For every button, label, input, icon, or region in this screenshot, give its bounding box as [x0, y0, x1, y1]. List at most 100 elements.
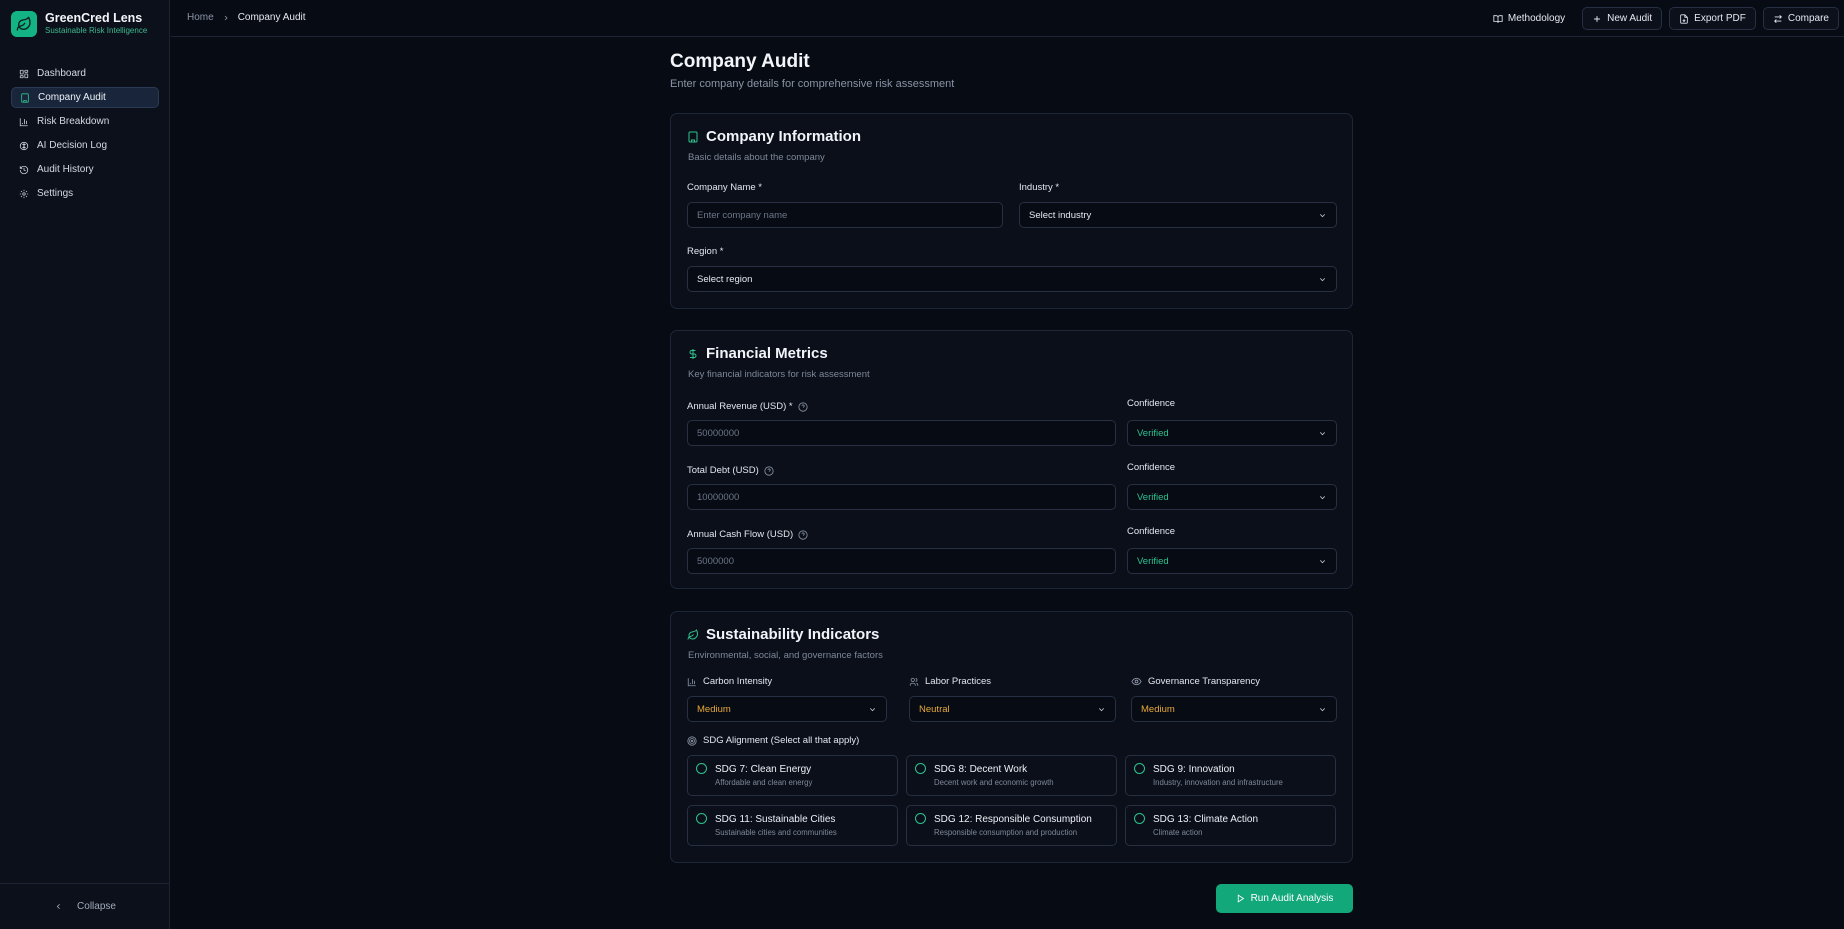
chevron-right-icon	[222, 14, 230, 22]
confidence-label: Confidence	[1127, 398, 1176, 409]
leaf-icon	[11, 11, 37, 37]
radio-circle-icon	[915, 813, 926, 824]
company-name-label: Company Name *	[687, 182, 762, 193]
building-icon	[687, 131, 699, 143]
labor-practices-value: Neutral	[919, 703, 950, 715]
company-information-card: Company Information Basic details about …	[670, 113, 1353, 309]
industry-value: Select industry	[1029, 209, 1092, 221]
play-icon	[1236, 894, 1245, 903]
sdg-option-11[interactable]: SDG 11: Sustainable Cities Sustainable c…	[687, 805, 898, 846]
annual-revenue-input[interactable]	[697, 427, 1106, 439]
annual-cash-flow-label: Annual Cash Flow (USD)	[687, 529, 808, 540]
brand-name: GreenCred Lens	[45, 11, 143, 25]
radio-circle-icon	[915, 763, 926, 774]
confidence-value: Verified	[1137, 491, 1169, 503]
brain-icon	[19, 141, 29, 151]
new-audit-button[interactable]: New Audit	[1582, 7, 1663, 30]
sidebar-item-ai-decision-log[interactable]: AI Decision Log	[11, 135, 159, 156]
chevron-down-icon	[1318, 705, 1327, 714]
compare-label: Compare	[1787, 13, 1829, 24]
annual-cash-flow-field[interactable]	[687, 548, 1116, 574]
sidebar-item-settings[interactable]: Settings	[11, 183, 159, 204]
carbon-intensity-value: Medium	[697, 703, 731, 715]
sdg-title: SDG 11: Sustainable Cities	[715, 814, 836, 825]
sidebar-item-label: Dashboard	[37, 68, 86, 79]
export-pdf-button[interactable]: Export PDF	[1669, 7, 1756, 30]
carbon-intensity-label: Carbon Intensity	[687, 676, 772, 687]
users-icon	[909, 677, 919, 687]
sustainability-indicators-title: Sustainability Indicators	[706, 626, 880, 643]
radio-circle-icon	[1134, 763, 1145, 774]
annual-revenue-label-text: Annual Revenue (USD) *	[687, 401, 793, 412]
revenue-confidence-select[interactable]: Verified	[1127, 420, 1337, 446]
sdg-option-8[interactable]: SDG 8: Decent Work Decent work and econo…	[906, 755, 1117, 796]
sdg-option-9[interactable]: SDG 9: Innovation Industry, innovation a…	[1125, 755, 1336, 796]
financial-metrics-title: Financial Metrics	[706, 345, 828, 362]
sidebar-item-company-audit[interactable]: Company Audit	[11, 87, 159, 108]
annual-cash-flow-label-text: Annual Cash Flow (USD)	[687, 529, 794, 540]
breadcrumb-home[interactable]: Home	[187, 12, 214, 23]
company-name-input[interactable]	[697, 209, 993, 221]
card-title: Financial Metrics	[687, 345, 828, 362]
compare-button[interactable]: Compare	[1762, 7, 1839, 30]
globe-icon	[687, 735, 697, 746]
help-icon[interactable]	[798, 401, 808, 412]
chevron-left-icon	[54, 902, 63, 911]
governance-transparency-value: Medium	[1141, 703, 1175, 715]
industry-select[interactable]: Select industry	[1019, 202, 1337, 228]
sdg-description: Sustainable cities and communities	[715, 828, 837, 837]
eye-icon	[1131, 676, 1142, 687]
breadcrumb: Home Company Audit	[187, 12, 306, 23]
dashboard-icon	[19, 69, 29, 79]
sdg-option-13[interactable]: SDG 13: Climate Action Climate action	[1125, 805, 1336, 846]
annual-cash-flow-input[interactable]	[697, 555, 1106, 567]
help-icon[interactable]	[798, 529, 808, 540]
radio-circle-icon	[696, 763, 707, 774]
confidence-label: Confidence	[1127, 462, 1176, 473]
chevron-down-icon	[1318, 275, 1327, 284]
governance-transparency-select[interactable]: Medium	[1131, 696, 1337, 722]
card-title: Sustainability Indicators	[687, 626, 879, 643]
breadcrumb-current: Company Audit	[237, 12, 306, 23]
total-debt-field[interactable]	[687, 484, 1116, 510]
sdg-alignment-label: SDG Alignment (Select all that apply)	[687, 735, 859, 746]
sdg-title: SDG 9: Innovation	[1153, 764, 1235, 775]
sustainability-indicators-card: Sustainability Indicators Environmental,…	[670, 611, 1353, 863]
carbon-intensity-label-text: Carbon Intensity	[703, 676, 773, 687]
brand-tagline: Sustainable Risk Intelligence	[45, 26, 148, 35]
total-debt-label-text: Total Debt (USD)	[687, 465, 759, 476]
page-title: Company Audit	[670, 51, 810, 72]
sidebar-item-dashboard[interactable]: Dashboard	[11, 63, 159, 84]
debt-confidence-select[interactable]: Verified	[1127, 484, 1337, 510]
carbon-intensity-select[interactable]: Medium	[687, 696, 887, 722]
financial-metrics-subtitle: Key financial indicators for risk assess…	[688, 369, 870, 380]
sidebar-item-label: AI Decision Log	[37, 140, 108, 151]
page-subtitle: Enter company details for comprehensive …	[670, 78, 955, 90]
sdg-title: SDG 13: Climate Action	[1153, 814, 1259, 825]
region-label: Region *	[687, 246, 724, 257]
leaf-icon	[687, 628, 699, 641]
chevron-down-icon	[1318, 557, 1327, 566]
run-audit-label: Run Audit Analysis	[1250, 893, 1334, 904]
cash-flow-confidence-select[interactable]: Verified	[1127, 548, 1337, 574]
methodology-button[interactable]: Methodology	[1483, 7, 1575, 30]
help-icon[interactable]	[764, 465, 774, 476]
brand[interactable]: GreenCred Lens Sustainable Risk Intellig…	[11, 11, 147, 37]
chevron-down-icon	[868, 705, 877, 714]
total-debt-input[interactable]	[697, 491, 1106, 503]
labor-practices-select[interactable]: Neutral	[909, 696, 1116, 722]
sidebar-item-risk-breakdown[interactable]: Risk Breakdown	[11, 111, 159, 132]
new-audit-label: New Audit	[1607, 13, 1653, 24]
confidence-value: Verified	[1137, 427, 1169, 439]
region-select[interactable]: Select region	[687, 266, 1337, 292]
sdg-title: SDG 8: Decent Work	[934, 764, 1028, 775]
sidebar-item-audit-history[interactable]: Audit History	[11, 159, 159, 180]
sdg-option-7[interactable]: SDG 7: Clean Energy Affordable and clean…	[687, 755, 898, 796]
annual-revenue-field[interactable]	[687, 420, 1116, 446]
company-name-field[interactable]	[687, 202, 1003, 228]
confidence-value: Verified	[1137, 555, 1169, 567]
book-icon	[1493, 14, 1503, 24]
run-audit-button[interactable]: Run Audit Analysis	[1216, 884, 1353, 913]
sdg-option-12[interactable]: SDG 12: Responsible Consumption Responsi…	[906, 805, 1117, 846]
collapse-button[interactable]: Collapse	[0, 883, 170, 929]
